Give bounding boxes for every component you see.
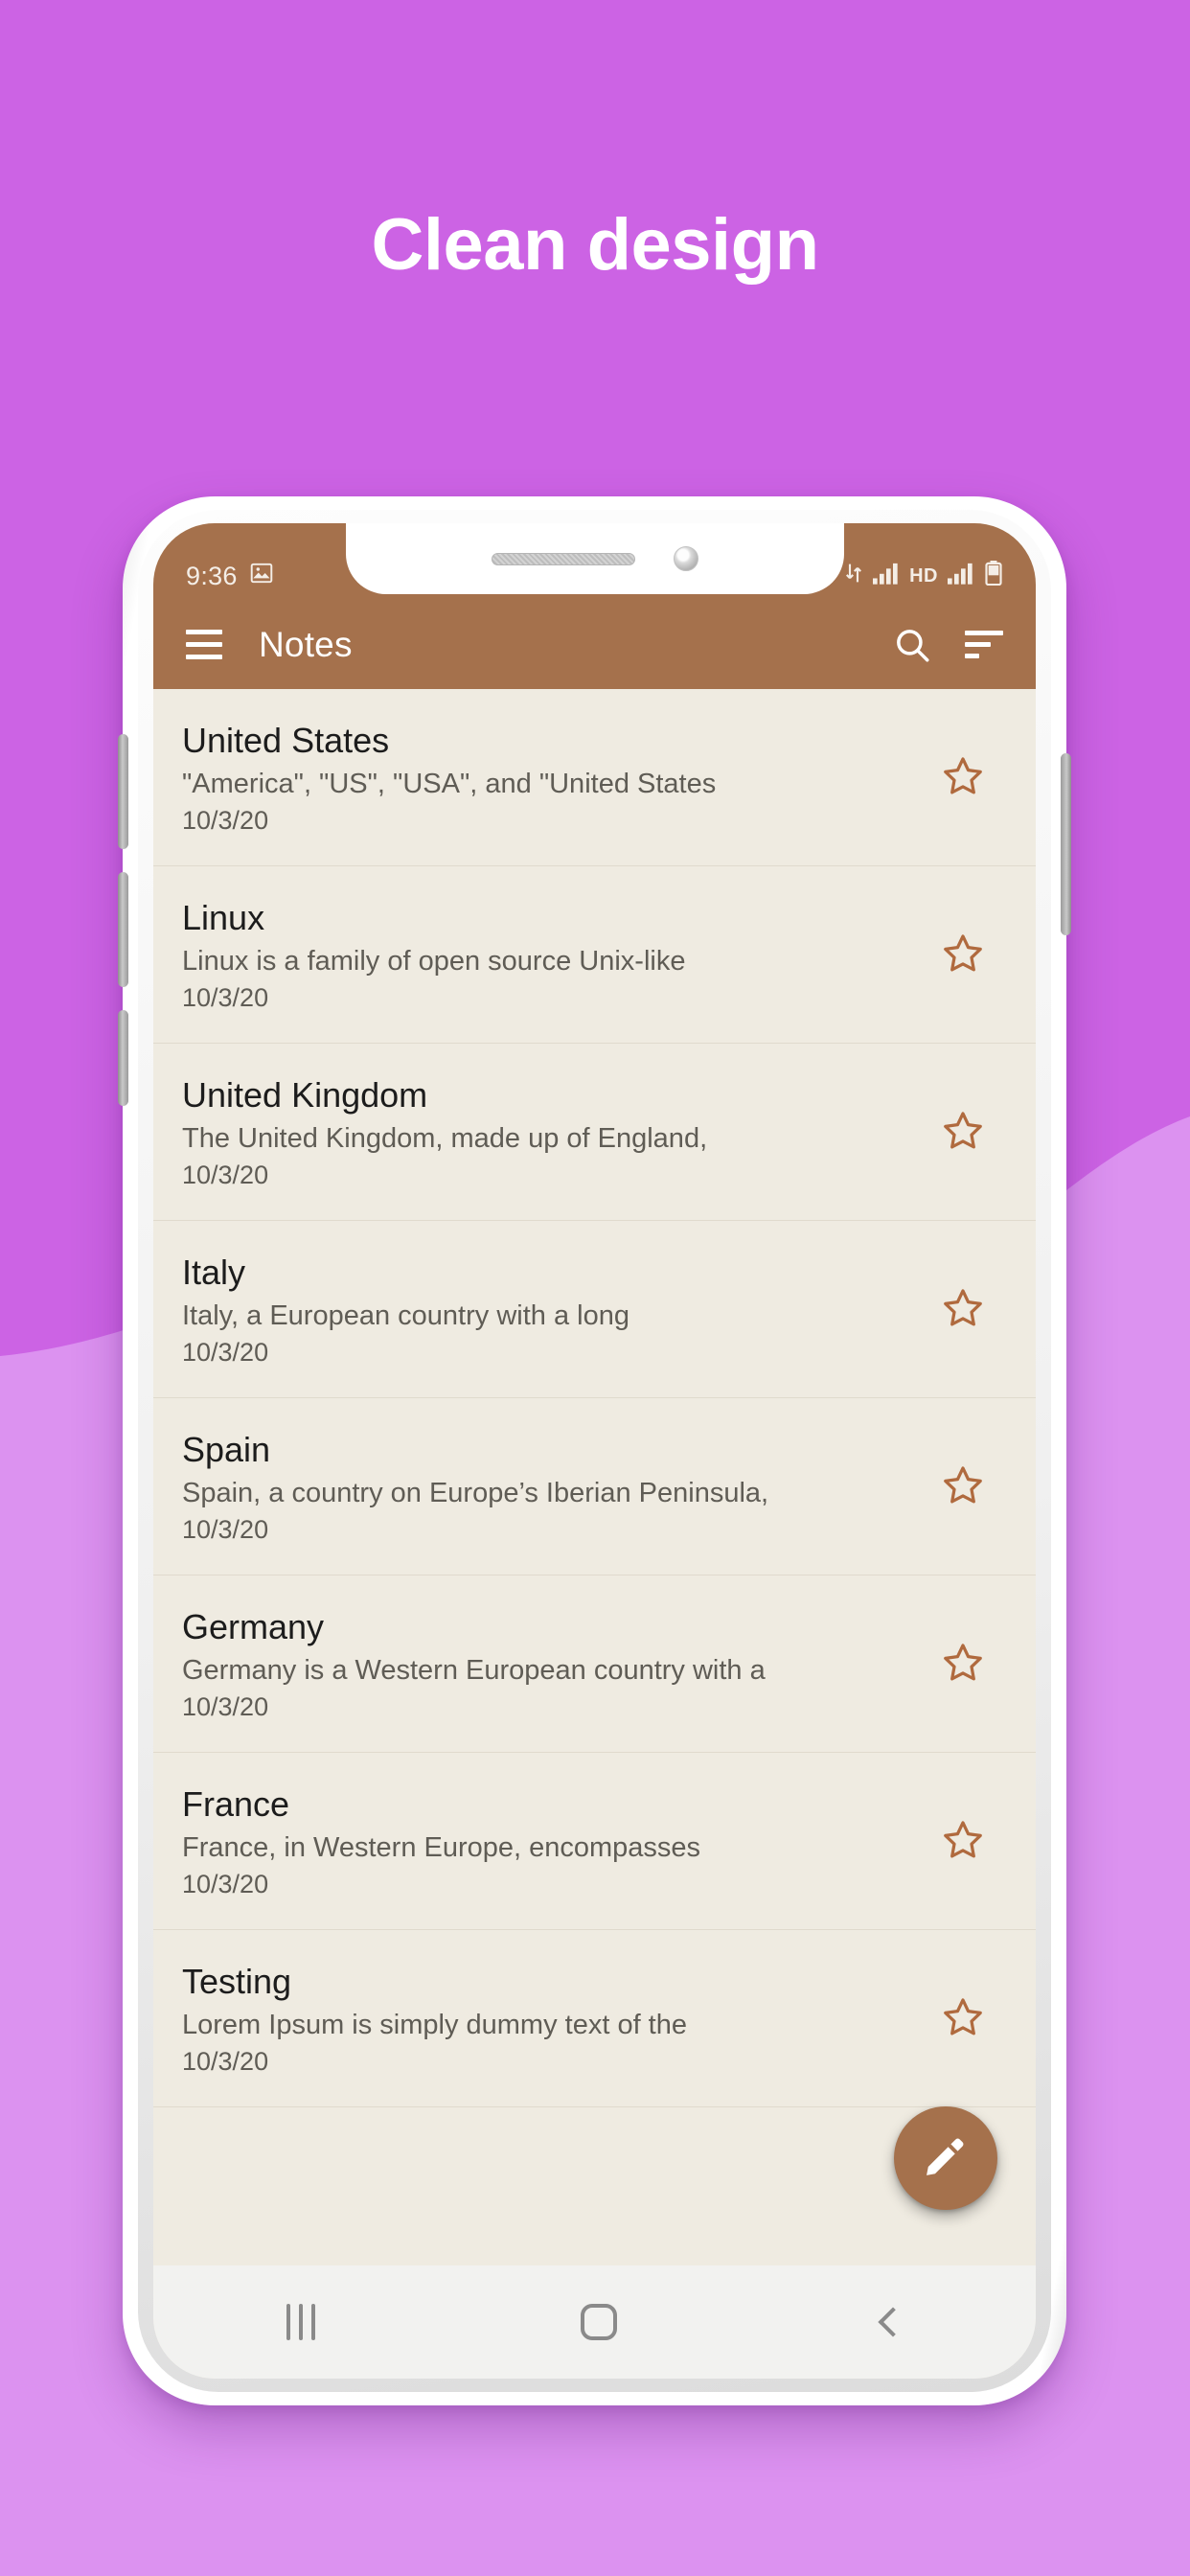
note-title: Testing (182, 1962, 292, 2002)
note-snippet: "America", "US", "USA", and "United Stat… (182, 768, 717, 799)
note-content: Spain Spain, a country on Europe’s Iberia… (182, 1429, 919, 1546)
note-title: United States (182, 721, 390, 761)
note-snippet: Linux is a family of open source Unix-li… (182, 945, 686, 977)
note-title: Spain (182, 1430, 271, 1470)
app-bar: Notes (153, 600, 1036, 689)
note-list-item[interactable]: France France, in Western Europe, encompa… (153, 1753, 1036, 1930)
star-outline-icon (941, 754, 985, 803)
note-content: France France, in Western Europe, encompa… (182, 1783, 919, 1900)
note-content: United Kingdom The United Kingdom, made u… (182, 1074, 919, 1191)
note-title: France (182, 1784, 290, 1825)
status-bar-right: HD (844, 561, 1003, 592)
note-snippet: The United Kingdom, made up of England, (182, 1122, 708, 1154)
note-date: 10/3/20 (182, 1691, 269, 1721)
note-snippet: Italy, a European country with a long (182, 1300, 629, 1331)
favorite-star-button[interactable] (919, 1641, 1007, 1690)
signal-bars-icon (873, 562, 900, 591)
note-date: 10/3/20 (182, 982, 269, 1012)
favorite-star-button[interactable] (919, 1109, 1007, 1158)
note-list-item[interactable]: United Kingdom The United Kingdom, made u… (153, 1044, 1036, 1221)
new-note-fab-button[interactable] (894, 2106, 997, 2210)
favorite-star-button[interactable] (919, 1818, 1007, 1867)
note-date: 10/3/20 (182, 1337, 269, 1367)
note-date: 10/3/20 (182, 1160, 269, 1189)
hamburger-menu-icon[interactable] (186, 630, 222, 659)
note-content: Linux Linux is a family of open source Un… (182, 897, 919, 1014)
note-content: Testing Lorem Ipsum is simply dummy text … (182, 1961, 919, 2078)
earpiece-speaker-icon (491, 552, 635, 565)
note-content: United States "America", "US", "USA", and… (182, 720, 919, 837)
hd-icon: HD (909, 565, 938, 586)
note-date: 10/3/20 (182, 805, 269, 835)
note-title: United Kingdom (182, 1075, 428, 1116)
favorite-star-button[interactable] (919, 1995, 1007, 2044)
status-time: 9:36 (186, 562, 238, 590)
star-outline-icon (941, 1463, 985, 1512)
app-bar-title: Notes (259, 624, 353, 664)
note-title: Germany (182, 1607, 325, 1647)
note-date: 10/3/20 (182, 2046, 269, 2076)
note-list-item[interactable]: Italy Italy, a European country with a lo… (153, 1221, 1036, 1398)
note-date: 10/3/20 (182, 1869, 269, 1898)
system-navigation-bar (153, 2266, 1036, 2379)
home-icon[interactable] (580, 2304, 617, 2340)
volume-down-button[interactable] (118, 872, 128, 987)
page-title: Clean design (371, 204, 820, 286)
notch (345, 523, 844, 594)
note-title: Linux (182, 898, 265, 938)
signal-bars-icon-2 (948, 562, 974, 591)
star-outline-icon (941, 1286, 985, 1335)
sort-icon[interactable] (965, 631, 1003, 658)
favorite-star-button[interactable] (919, 754, 1007, 803)
status-bar: 9:36 HD (153, 523, 1036, 600)
favorite-star-button[interactable] (919, 932, 1007, 980)
note-list-item[interactable]: Spain Spain, a country on Europe’s Iberia… (153, 1398, 1036, 1576)
note-list-item[interactable]: Germany Germany is a Western European cou… (153, 1576, 1036, 1753)
note-list-item[interactable]: United States "America", "US", "USA", and… (153, 689, 1036, 866)
phone-screen: 9:36 HD Notes United States "America", "… (153, 523, 1036, 2379)
search-icon[interactable] (892, 625, 932, 665)
note-snippet: France, in Western Europe, encompasses (182, 1831, 701, 1863)
recents-icon[interactable] (286, 2304, 315, 2340)
power-button[interactable] (1061, 753, 1071, 935)
image-icon (249, 561, 274, 592)
data-transfer-icon (844, 562, 863, 591)
favorite-star-button[interactable] (919, 1286, 1007, 1335)
star-outline-icon (941, 1109, 985, 1158)
note-title: Italy (182, 1253, 246, 1293)
notes-list[interactable]: United States "America", "US", "USA", and… (153, 689, 1036, 2222)
note-content: Italy Italy, a European country with a lo… (182, 1252, 919, 1368)
star-outline-icon (941, 932, 985, 980)
note-date: 10/3/20 (182, 1514, 269, 1544)
phone-mockup: 9:36 HD Notes United States "America", "… (118, 496, 1071, 2405)
note-list-item[interactable]: Linux Linux is a family of open source Un… (153, 866, 1036, 1044)
favorite-star-button[interactable] (919, 1463, 1007, 1512)
volume-up-button[interactable] (118, 734, 128, 849)
back-icon[interactable] (877, 2307, 908, 2337)
star-outline-icon (941, 1995, 985, 2044)
battery-icon (984, 561, 1003, 592)
status-bar-left: 9:36 (186, 561, 274, 592)
note-snippet: Spain, a country on Europe’s Iberian Pen… (182, 1477, 769, 1508)
front-camera-icon (673, 546, 698, 571)
pencil-edit-icon (921, 2131, 971, 2186)
note-snippet: Lorem Ipsum is simply dummy text of the (182, 2009, 687, 2040)
note-list-item[interactable]: Testing Lorem Ipsum is simply dummy text … (153, 1930, 1036, 2107)
assistant-button[interactable] (118, 1010, 128, 1106)
star-outline-icon (941, 1641, 985, 1690)
star-outline-icon (941, 1818, 985, 1867)
note-snippet: Germany is a Western European country wi… (182, 1654, 766, 1686)
note-content: Germany Germany is a Western European cou… (182, 1606, 919, 1723)
